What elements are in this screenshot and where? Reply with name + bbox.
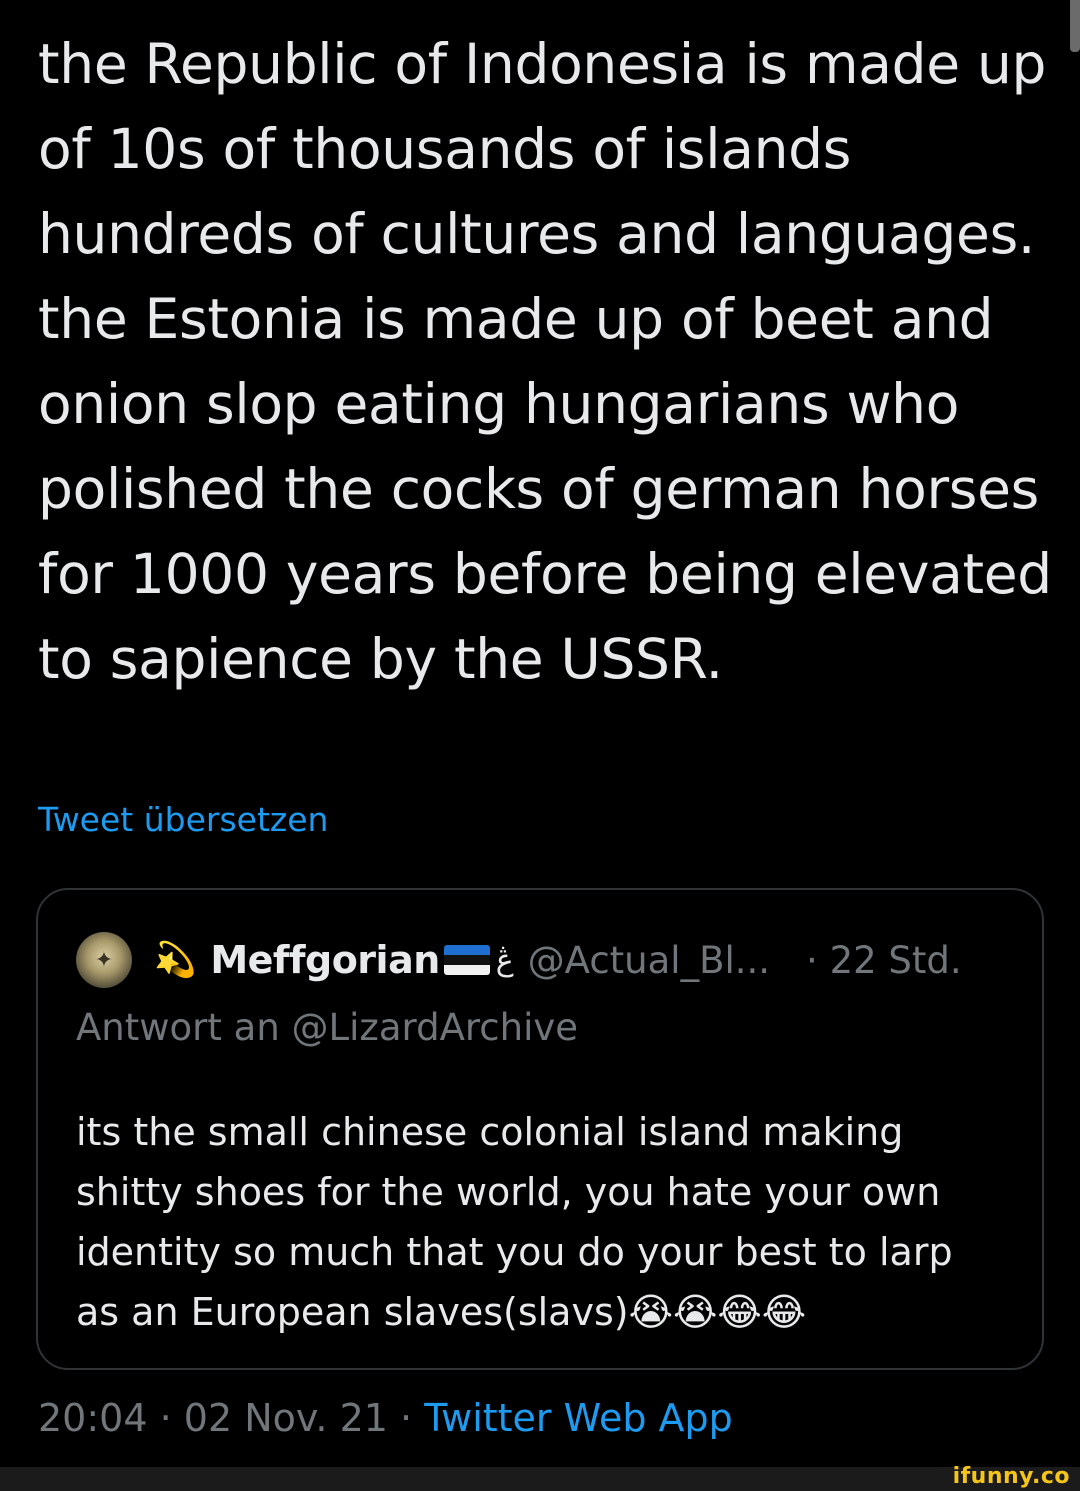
ifunny-watermark: ifunny.co [952,1464,1070,1489]
translate-tweet-link[interactable]: Tweet übersetzen [38,798,328,842]
quoted-tweet-card[interactable]: ✦ 💫 Meffgorian ڠ @Actual_Bl... · 22 Std.… [36,888,1044,1370]
meta-separator: · [387,1396,425,1440]
dizzy-emoji-icon: 💫 [154,940,197,980]
watermark-bar [0,1467,1080,1491]
tweet-metadata: 20:04 · 02 Nov. 21 · Twitter Web App [38,1392,733,1444]
author-display-name[interactable]: Meffgorian [210,938,440,982]
reply-to-label: Antwort an @LizardArchive [76,1006,579,1049]
name-glyph: ڠ [495,942,514,978]
crying-laughing-emoji-icons: 😭😭😂😂 [628,1290,807,1334]
quoted-tweet-text: its the small chinese colonial island ma… [76,1102,1006,1342]
tweet-date[interactable]: 02 Nov. 21 [184,1396,388,1440]
estonia-flag-icon [443,945,490,975]
tweet-detail-page: the Republic of Indonesia is made up of … [0,0,1080,1491]
quoted-tweet-header: ✦ 💫 Meffgorian ڠ @Actual_Bl... · 22 Std. [76,930,1036,990]
quoted-tweet-time[interactable]: · 22 Std. [806,939,962,982]
tweet-time[interactable]: 20:04 [38,1396,148,1440]
tweet-source-link[interactable]: Twitter Web App [424,1396,733,1440]
scrollbar[interactable] [1070,0,1080,52]
author-handle[interactable]: @Actual_Bl... [528,939,770,982]
quoted-tweet-body: its the small chinese colonial island ma… [76,1110,953,1334]
avatar[interactable]: ✦ [76,932,132,988]
tweet-text: the Republic of Indonesia is made up of … [38,32,1052,691]
meta-separator: · [147,1396,184,1440]
